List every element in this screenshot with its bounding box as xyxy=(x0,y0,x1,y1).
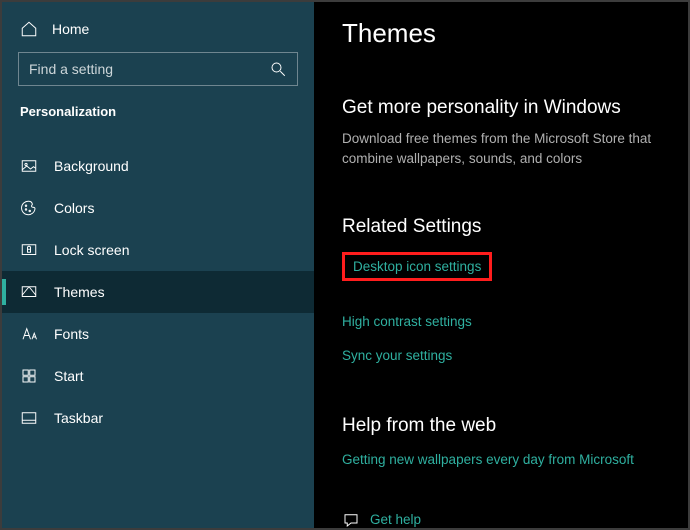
picture-icon xyxy=(20,157,38,175)
sidebar-item-background[interactable]: Background xyxy=(2,145,314,187)
start-icon xyxy=(20,367,38,385)
search-input-container[interactable] xyxy=(18,52,298,86)
chat-icon xyxy=(342,511,360,529)
lock-screen-icon xyxy=(20,241,38,259)
category-label: Personalization xyxy=(2,104,314,135)
sidebar-item-start[interactable]: Start xyxy=(2,355,314,397)
sidebar-item-label: Themes xyxy=(54,284,105,300)
fonts-icon xyxy=(20,325,38,343)
personality-sub: Download free themes from the Microsoft … xyxy=(342,129,660,170)
sidebar-item-label: Lock screen xyxy=(54,242,129,258)
home-button[interactable]: Home xyxy=(2,14,314,52)
home-icon xyxy=(20,20,38,38)
search-input[interactable] xyxy=(29,61,269,77)
sidebar-item-label: Background xyxy=(54,158,129,174)
personality-heading: Get more personality in Windows xyxy=(342,97,660,119)
nav-list: Background Colors Lock screen Themes Fon… xyxy=(2,145,314,439)
sidebar-item-fonts[interactable]: Fonts xyxy=(2,313,314,355)
sidebar-item-label: Fonts xyxy=(54,326,89,342)
sidebar-item-themes[interactable]: Themes xyxy=(2,271,314,313)
link-high-contrast-settings[interactable]: High contrast settings xyxy=(342,314,472,329)
page-title: Themes xyxy=(342,18,660,49)
related-heading: Related Settings xyxy=(342,216,660,238)
help-heading: Help from the web xyxy=(342,415,660,437)
sidebar-item-taskbar[interactable]: Taskbar xyxy=(2,397,314,439)
search-icon xyxy=(269,60,287,78)
sidebar-item-colors[interactable]: Colors xyxy=(2,187,314,229)
sidebar: Home Personalization Background Colors L… xyxy=(2,2,314,528)
taskbar-icon xyxy=(20,409,38,427)
sidebar-item-lock-screen[interactable]: Lock screen xyxy=(2,229,314,271)
get-help-label: Get help xyxy=(370,512,421,527)
palette-icon xyxy=(20,199,38,217)
sidebar-item-label: Colors xyxy=(54,200,94,216)
link-wallpapers-help[interactable]: Getting new wallpapers every day from Mi… xyxy=(342,452,634,467)
sidebar-item-label: Taskbar xyxy=(54,410,103,426)
link-sync-your-settings[interactable]: Sync your settings xyxy=(342,348,452,363)
main-panel: Themes Get more personality in Windows D… xyxy=(314,2,688,528)
home-label: Home xyxy=(52,21,89,37)
get-help-button[interactable]: Get help xyxy=(342,511,660,529)
link-desktop-icon-settings[interactable]: Desktop icon settings xyxy=(342,252,492,281)
themes-icon xyxy=(20,283,38,301)
sidebar-item-label: Start xyxy=(54,368,84,384)
